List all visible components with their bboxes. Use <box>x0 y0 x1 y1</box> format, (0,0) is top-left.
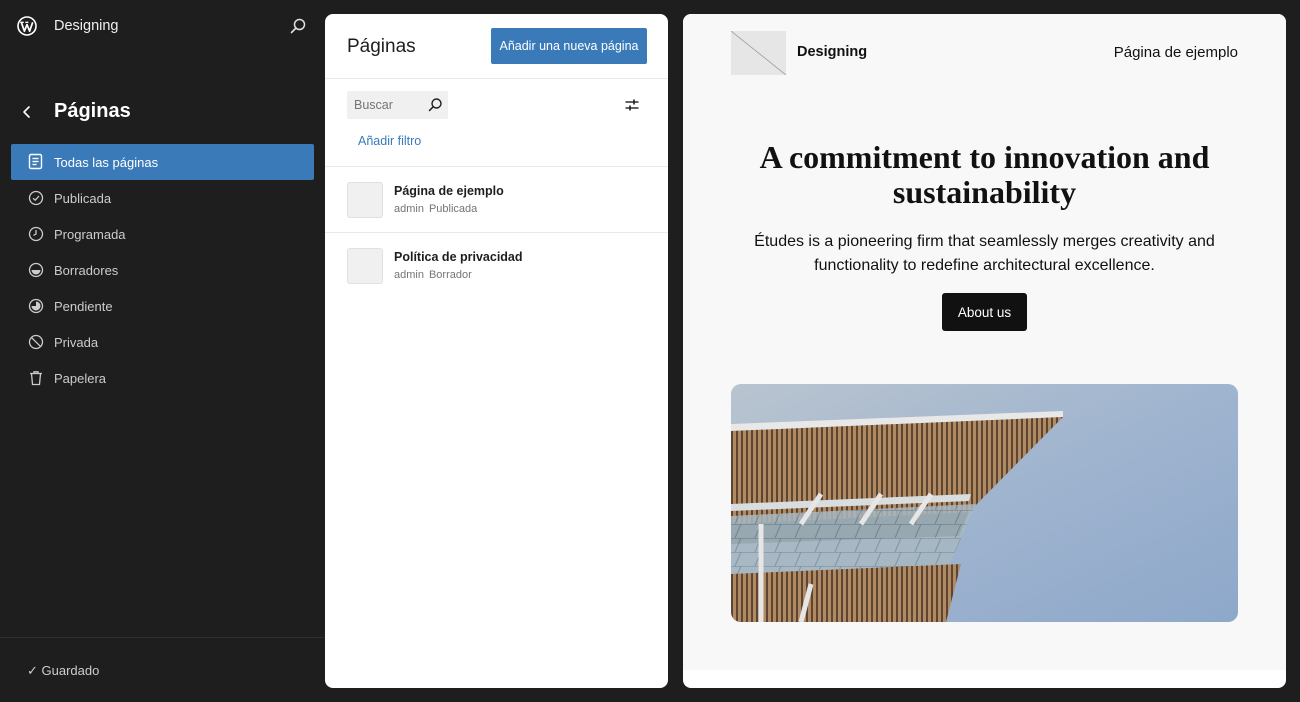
page-meta: admin Borrador <box>394 269 477 281</box>
page-status: Borrador <box>428 269 472 281</box>
hero-description: Études is a pioneering firm that seamles… <box>754 233 1215 274</box>
panel-title: Páginas <box>347 36 416 57</box>
page-author: admin <box>394 269 424 281</box>
divider <box>325 78 668 79</box>
draft-icon <box>27 261 45 279</box>
back-chevron-icon[interactable] <box>20 102 34 122</box>
check-icon: ✓ <box>27 663 38 678</box>
sidebar-header: Designing <box>0 0 325 52</box>
nav-label: Publicada <box>54 190 112 206</box>
site-logo-placeholder <box>731 31 786 75</box>
nav-label: Pendiente <box>54 298 113 314</box>
pages-icon <box>27 153 45 171</box>
sidebar-divider <box>0 637 325 638</box>
search-input[interactable] <box>347 91 425 119</box>
save-status: ✓ Guardado <box>27 663 99 679</box>
hero-heading: A commitment to innovation and sustainab… <box>759 139 1210 210</box>
page-title[interactable]: Página de ejemplo <box>394 184 504 198</box>
page-thumbnail <box>347 182 383 218</box>
page-row[interactable]: Página de ejemplo admin Publicada <box>325 167 668 233</box>
trash-icon <box>27 369 45 387</box>
add-filter-link[interactable]: Añadir filtro <box>358 134 421 148</box>
nav-item-pending[interactable]: Pendiente <box>11 288 314 324</box>
search-box[interactable] <box>347 91 448 119</box>
save-status-label: Guardado <box>41 663 100 678</box>
clock-icon <box>27 225 45 243</box>
page-row[interactable]: Política de privacidad admin Borrador <box>325 233 668 299</box>
page-author: admin <box>394 203 424 215</box>
nav-item-private[interactable]: Privada <box>11 324 314 360</box>
pages-panel: Páginas Añadir una nueva página Añadir f… <box>325 14 668 688</box>
nav-label: Borradores <box>54 262 119 278</box>
nav-label: Privada <box>54 334 99 350</box>
preview-nav-link: Página de ejemplo <box>1113 44 1238 61</box>
page-status: Publicada <box>428 203 478 215</box>
nav-item-trash[interactable]: Papelera <box>11 360 314 396</box>
page-title[interactable]: Política de privacidad <box>394 250 523 264</box>
preview-canvas: Designing Página de ejemplo A commitment… <box>683 14 1286 670</box>
search-icon[interactable] <box>289 17 307 35</box>
nav-label: Programada <box>54 226 126 242</box>
search-icon[interactable] <box>427 97 443 113</box>
view-options-icon[interactable] <box>624 97 640 113</box>
nav-item-all-pages[interactable]: Todas las páginas <box>11 144 314 180</box>
site-name[interactable]: Designing <box>54 18 119 34</box>
hero-building-image <box>731 384 1238 622</box>
add-new-page-button[interactable]: Añadir una nueva página <box>491 28 647 64</box>
pending-icon <box>27 297 45 315</box>
section-title: Páginas <box>54 100 131 122</box>
nav-item-drafts[interactable]: Borradores <box>11 252 314 288</box>
page-preview[interactable]: Designing Página de ejemplo A commitment… <box>683 14 1286 688</box>
about-us-button: About us <box>942 293 1027 331</box>
pages-nav: Todas las páginas Publicada Programada B… <box>11 144 314 396</box>
page-meta: admin Publicada <box>394 203 482 215</box>
nav-item-published[interactable]: Publicada <box>11 180 314 216</box>
sidebar: Designing Páginas Todas las páginas Publ… <box>0 0 325 702</box>
nav-label: Papelera <box>54 370 107 386</box>
nav-item-scheduled[interactable]: Programada <box>11 216 314 252</box>
check-circle-icon <box>27 189 45 207</box>
page-thumbnail <box>347 248 383 284</box>
private-icon <box>27 333 45 351</box>
nav-label: Todas las páginas <box>54 154 159 170</box>
wordpress-logo-icon[interactable] <box>17 16 37 36</box>
preview-site-title: Designing <box>797 44 868 60</box>
